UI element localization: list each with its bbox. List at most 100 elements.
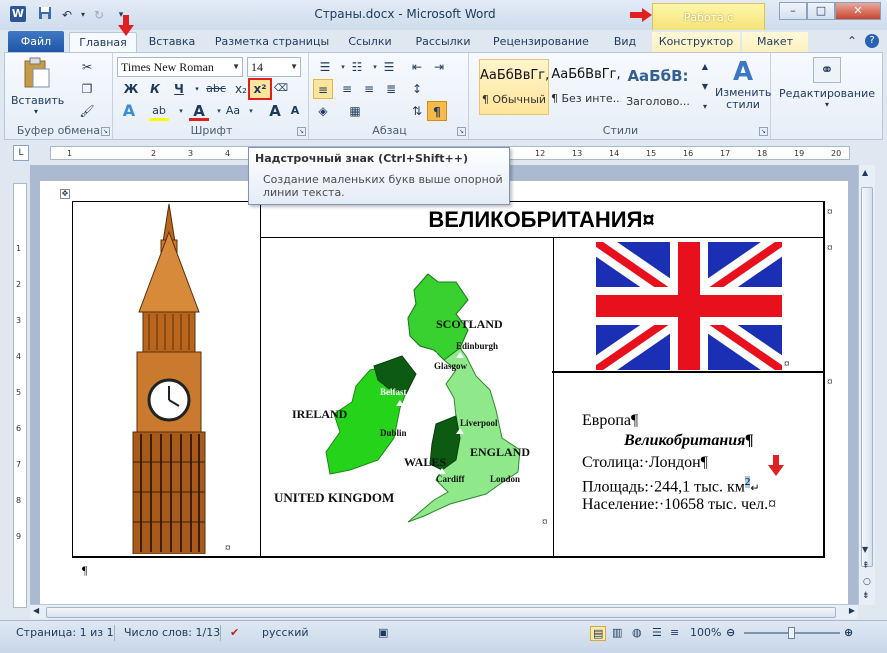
- increase-indent-icon[interactable]: ⇥: [429, 57, 449, 77]
- map-cell[interactable]: SCOTLAND Edinburgh Glasgow Belfast IRELA…: [260, 237, 554, 558]
- big-ben-cell[interactable]: ¤: [72, 201, 261, 558]
- align-center-icon[interactable]: ≡: [337, 79, 357, 99]
- horizontal-scroll-thumb[interactable]: [46, 607, 836, 618]
- scroll-down-icon[interactable]: ▼: [862, 545, 868, 554]
- text-effects-icon[interactable]: A: [119, 101, 139, 121]
- tab-review[interactable]: Рецензирование: [486, 32, 596, 52]
- tab-page-layout[interactable]: Разметка страницы: [210, 32, 334, 52]
- flag-cell[interactable]: ¤: [552, 237, 825, 373]
- style-normal[interactable]: АаБбВвГг, ¶ Обычный: [479, 59, 549, 115]
- save-icon[interactable]: [36, 6, 54, 24]
- strikethrough-button[interactable]: abc: [203, 79, 229, 99]
- maximize-button[interactable]: □: [807, 2, 835, 20]
- styles-scroll-up-icon[interactable]: ▲: [695, 57, 715, 75]
- redo-icon[interactable]: ↻: [90, 6, 108, 24]
- font-size-combo[interactable]: 14 ▼: [247, 57, 301, 77]
- vertical-scrollbar[interactable]: ▲ ▼ ⇞ ○ ⇟: [858, 165, 875, 605]
- numbering-icon[interactable]: ☷: [347, 57, 367, 77]
- decrease-indent-icon[interactable]: ⇤: [407, 57, 427, 77]
- prev-page-icon[interactable]: ⇞: [862, 561, 870, 571]
- font-launcher-icon[interactable]: ↘: [297, 127, 306, 136]
- tab-design[interactable]: Конструктор: [652, 32, 740, 52]
- vertical-scroll-thumb[interactable]: [861, 187, 873, 567]
- cut-icon[interactable]: ✂: [77, 57, 97, 77]
- line-spacing-icon[interactable]: ↕: [407, 79, 427, 99]
- minimize-ribbon-icon[interactable]: ⌃: [847, 34, 857, 48]
- clear-format-icon[interactable]: ⌫: [271, 79, 291, 99]
- status-language[interactable]: русский: [262, 626, 309, 639]
- styles-scroll-down-icon[interactable]: ▼: [695, 77, 715, 95]
- style-heading[interactable]: АаБбВ: Заголово...: [623, 59, 693, 115]
- borders-icon[interactable]: ▦: [345, 101, 365, 121]
- horizontal-scrollbar[interactable]: ◀ ▶: [30, 604, 858, 619]
- bullets-icon[interactable]: ☰: [315, 57, 335, 77]
- status-word-count[interactable]: Число слов: 1/13: [124, 626, 220, 639]
- uk-flag-image[interactable]: [596, 242, 782, 370]
- show-marks-button[interactable]: ¶: [427, 101, 447, 121]
- change-styles-button[interactable]: A Изменить стили: [715, 57, 771, 119]
- underline-button[interactable]: Ч: [169, 79, 189, 99]
- tab-layout[interactable]: Макет: [742, 32, 808, 52]
- zoom-in-icon[interactable]: ⊕: [844, 626, 853, 639]
- help-icon[interactable]: ?: [865, 34, 879, 48]
- font-color-icon[interactable]: A: [189, 101, 209, 121]
- scroll-left-icon[interactable]: ◀: [33, 606, 39, 615]
- document-table[interactable]: ¤ ВЕЛИКОБРИТАНИЯ¤ ¤ ¤ ¤ SCOTLAND Edinbur…: [72, 201, 833, 558]
- change-case-button[interactable]: Aa: [223, 101, 243, 121]
- superscript-button[interactable]: x²: [248, 78, 272, 100]
- format-painter-icon[interactable]: 🖌: [77, 101, 97, 121]
- status-page[interactable]: Страница: 1 из 1: [16, 626, 114, 639]
- editing-button[interactable]: ⚭ Редактирование ▾: [777, 57, 877, 117]
- grow-font-button[interactable]: A: [265, 101, 285, 121]
- clipboard-launcher-icon[interactable]: ↘: [101, 127, 110, 136]
- scroll-right-icon[interactable]: ▶: [849, 606, 855, 615]
- minimize-button[interactable]: –: [779, 2, 807, 20]
- style-no-spacing[interactable]: АаБбВвГг, ¶ Без инте...: [551, 59, 621, 115]
- change-case-dropdown-icon[interactable]: ▾: [241, 101, 261, 121]
- bold-button[interactable]: Ж: [121, 79, 141, 99]
- paste-button[interactable]: Вставить ▾: [11, 57, 64, 119]
- outline-view-icon[interactable]: ☰: [652, 626, 662, 639]
- shading-icon[interactable]: ◈: [313, 101, 333, 121]
- browse-object-icon[interactable]: ○: [863, 577, 871, 587]
- italic-button[interactable]: К: [145, 79, 165, 99]
- uk-map-image[interactable]: SCOTLAND Edinburgh Glasgow Belfast IRELA…: [260, 238, 552, 556]
- full-screen-view-icon[interactable]: ▥: [612, 626, 622, 639]
- tab-references[interactable]: Ссылки: [340, 32, 400, 52]
- tab-insert[interactable]: Вставка: [139, 32, 205, 52]
- zoom-level[interactable]: 100%: [690, 626, 721, 639]
- print-layout-view-icon[interactable]: ▤: [590, 626, 607, 641]
- macro-record-icon[interactable]: ▣: [378, 626, 388, 639]
- title-cell[interactable]: ВЕЛИКОБРИТАНИЯ¤: [260, 201, 825, 238]
- copy-icon[interactable]: ❐: [77, 79, 97, 99]
- scroll-up-icon[interactable]: ▲: [862, 168, 868, 177]
- paragraph-launcher-icon[interactable]: ↘: [457, 127, 466, 136]
- tab-selector-icon[interactable]: L: [13, 145, 29, 161]
- font-name-combo[interactable]: Times New Roman ▼: [117, 57, 243, 77]
- multilevel-list-icon[interactable]: ☰: [379, 57, 399, 77]
- highlight-dropdown-icon[interactable]: ▾: [171, 101, 191, 121]
- shrink-font-button[interactable]: A: [285, 101, 305, 121]
- facts-cell[interactable]: Европа¶ Великобритания¶ Столица:·Лондон¶…: [552, 371, 825, 558]
- styles-more-icon[interactable]: ▾: [695, 97, 715, 115]
- document-page[interactable]: ✥ ¤ ВЕЛИКОБРИТАНИЯ¤ ¤ ¤ ¤ SCOTLAND Edinb…: [40, 181, 848, 605]
- zoom-slider[interactable]: [744, 627, 840, 639]
- align-right-icon[interactable]: ≡: [359, 79, 379, 99]
- align-left-button[interactable]: ≡: [313, 79, 333, 99]
- sort-icon[interactable]: ⇅: [407, 101, 427, 121]
- word-logo-icon[interactable]: W: [10, 6, 26, 22]
- big-ben-image[interactable]: [109, 202, 229, 554]
- tab-file[interactable]: Файл: [8, 31, 64, 52]
- document-area[interactable]: ✥ ¤ ВЕЛИКОБРИТАНИЯ¤ ¤ ¤ ¤ SCOTLAND Edinb…: [30, 165, 858, 605]
- zoom-out-icon[interactable]: ⊖: [726, 626, 735, 639]
- highlight-icon[interactable]: ab: [149, 101, 169, 121]
- web-layout-view-icon[interactable]: ◍: [632, 626, 642, 639]
- next-page-icon[interactable]: ⇟: [862, 591, 870, 601]
- table-move-handle-icon[interactable]: ✥: [60, 189, 70, 199]
- zoom-slider-thumb[interactable]: [788, 627, 795, 639]
- styles-launcher-icon[interactable]: ↘: [759, 127, 768, 136]
- tab-view[interactable]: Вид: [603, 32, 647, 52]
- tab-mailings[interactable]: Рассылки: [408, 32, 478, 52]
- justify-icon[interactable]: ≣: [381, 79, 401, 99]
- draft-view-icon[interactable]: ≡: [670, 626, 679, 639]
